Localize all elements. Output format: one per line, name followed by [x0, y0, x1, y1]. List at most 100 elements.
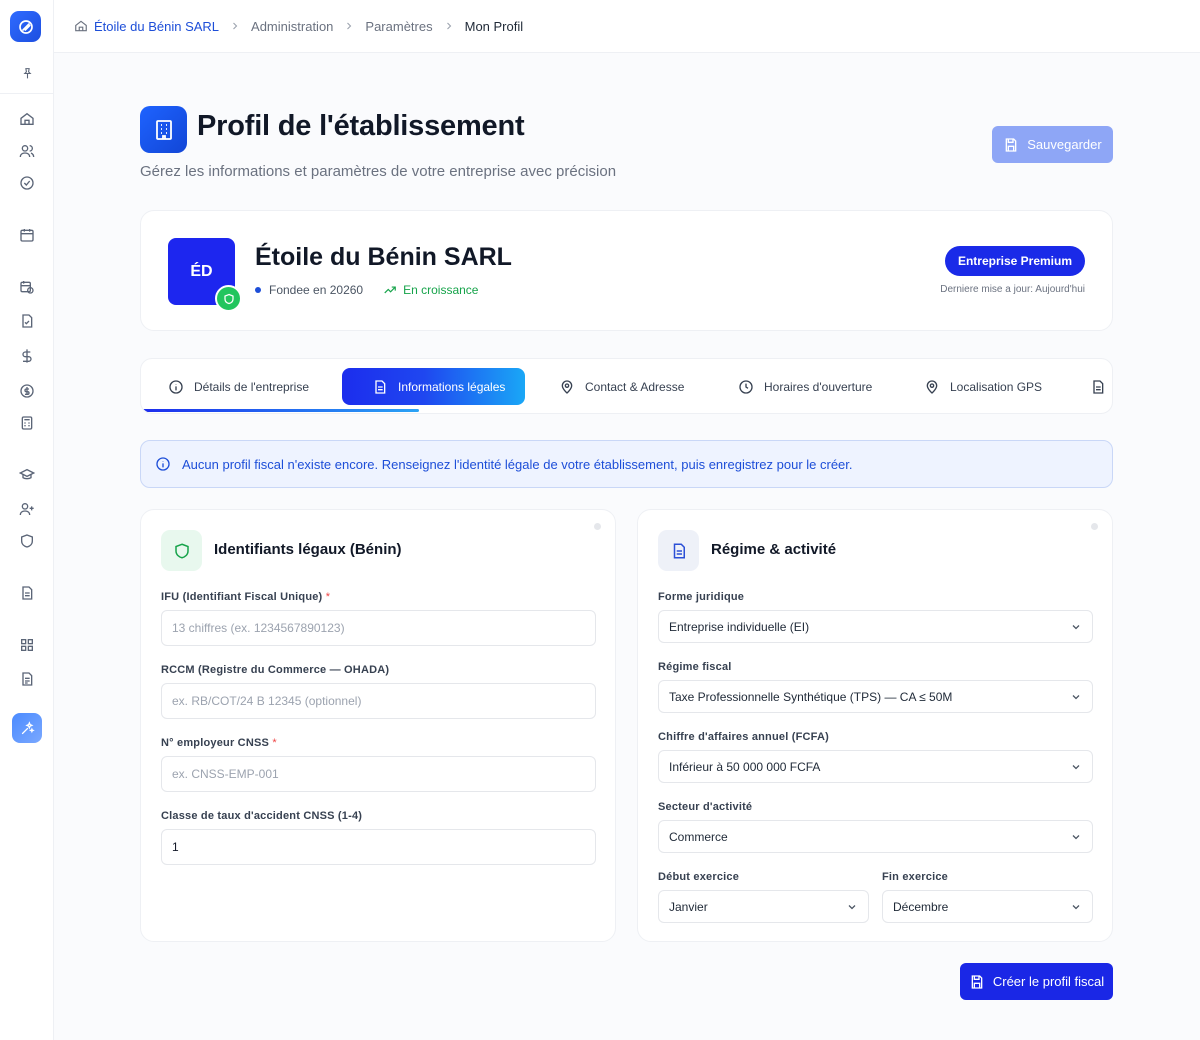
chevron-down-icon [1072, 694, 1080, 699]
growth-status: En croissance [383, 283, 478, 297]
cnss-input[interactable] [161, 756, 596, 792]
ifu-label: IFU (Identifiant Fiscal Unique) * [161, 591, 330, 603]
breadcrumb-item-administration[interactable]: Administration [251, 19, 333, 34]
building-icon [140, 106, 187, 153]
document-icon[interactable] [17, 583, 37, 603]
app-logo[interactable] [10, 11, 41, 42]
top-bar: Étoile du Bénin SARL Administration Para… [54, 0, 1200, 53]
last-updated: Derniere mise a jour: Aujourd'hui [940, 284, 1085, 295]
card-decoration-dot [594, 523, 601, 530]
ai-assistant-icon[interactable] [12, 713, 42, 743]
clock-icon [739, 379, 753, 394]
sector-select[interactable]: Commerce [658, 820, 1093, 853]
select-value: Janvier [669, 899, 708, 914]
chevron-down-icon [1072, 904, 1080, 909]
graduation-cap-icon[interactable] [17, 465, 37, 485]
create-button-label: Créer le profil fiscal [992, 974, 1105, 989]
tab-label: Informations légales [398, 379, 506, 394]
legal-form-label: Forme juridique [658, 591, 745, 603]
fiscal-start-label: Début exercice [658, 871, 740, 883]
chevron-right-icon [443, 20, 455, 32]
tab-legal-info[interactable]: Informations légales [342, 368, 526, 405]
grid-icon[interactable] [17, 635, 37, 655]
sector-label: Secteur d'activité [658, 801, 753, 813]
chevron-down-icon [1072, 764, 1080, 769]
cnss-label: N° employeur CNSS * [161, 737, 277, 749]
verified-shield-icon [215, 285, 242, 312]
turnover-select[interactable]: Inférieur à 50 000 000 FCFA [658, 750, 1093, 783]
tab-opening-hours[interactable]: Horaires d'ouverture [738, 368, 872, 405]
fiscal-end-select[interactable]: Décembre [882, 890, 1093, 923]
trending-up-icon [384, 286, 396, 294]
info-icon [156, 457, 170, 471]
sidebar-divider [0, 93, 54, 94]
legal-form-select[interactable]: Entreprise individuelle (EI) [658, 610, 1093, 643]
sidebar [0, 0, 54, 1040]
document-icon [1093, 379, 1104, 394]
fiscal-end-label: Fin exercice [882, 871, 948, 883]
page-subtitle: Gérez les informations et paramètres de … [140, 163, 617, 180]
chevron-down-icon [1072, 834, 1080, 839]
home-icon[interactable] [74, 19, 88, 33]
alert-text: Aucun profil fiscal n'existe encore. Ren… [182, 456, 853, 472]
founded-text: Fondee en 20260 [269, 283, 364, 297]
page-title: Profil de l'établissement [197, 110, 525, 142]
select-value: Commerce [669, 829, 728, 844]
document-icon [375, 379, 386, 394]
check-circle-icon[interactable] [17, 173, 37, 193]
save-button-label: Sauvegarder [1027, 137, 1102, 152]
breadcrumb-item-company[interactable]: Étoile du Bénin SARL [94, 19, 219, 34]
user-plus-icon[interactable] [17, 499, 37, 519]
tab-label: Localisation GPS [950, 379, 1043, 394]
home-icon[interactable] [17, 109, 37, 129]
tab-bar: Détails de l'entreprise Informations lég… [140, 358, 1113, 414]
tab-label: Contact & Adresse [585, 379, 685, 394]
map-pin-icon [926, 379, 938, 394]
users-icon[interactable] [17, 141, 37, 161]
chevron-down-icon [1072, 624, 1080, 629]
calculator-icon[interactable] [17, 413, 37, 433]
rccm-input[interactable] [161, 683, 596, 719]
pin-icon[interactable] [17, 63, 37, 83]
report-icon[interactable] [17, 669, 37, 689]
card-title: Régime & activité [711, 541, 837, 558]
growth-label: En croissance [403, 283, 479, 297]
dollar-icon[interactable] [17, 346, 37, 366]
tab-label: Détails de l'entreprise [194, 379, 310, 394]
tab-more[interactable] [1090, 368, 1106, 405]
calendar-clock-icon[interactable] [17, 277, 37, 297]
shield-icon[interactable] [17, 531, 37, 551]
ifu-label-text: IFU (Identifiant Fiscal Unique) [161, 591, 323, 603]
status-dot [255, 287, 261, 293]
file-check-icon[interactable] [17, 311, 37, 331]
regime-activity-card: Régime & activité Forme juridique Entrep… [637, 509, 1113, 942]
coin-icon[interactable] [17, 381, 37, 401]
create-fiscal-profile-button[interactable]: Créer le profil fiscal [960, 963, 1113, 1000]
company-card: ÉD Étoile du Bénin SARL Fondee en 20260 … [140, 210, 1113, 331]
tax-regime-label: Régime fiscal [658, 661, 732, 673]
tab-contact-address[interactable]: Contact & Adresse [559, 368, 684, 405]
select-value: Décembre [893, 899, 949, 914]
document-icon [658, 530, 699, 571]
tax-regime-select[interactable]: Taxe Professionnelle Synthétique (TPS) —… [658, 680, 1093, 713]
rccm-label: RCCM (Registre du Commerce — OHADA) [161, 664, 390, 676]
card-decoration-dot [1091, 523, 1098, 530]
info-icon [169, 379, 183, 394]
chevron-down-icon [848, 904, 856, 909]
breadcrumb-item-settings[interactable]: Paramètres [365, 19, 432, 34]
tab-label: Horaires d'ouverture [764, 379, 873, 394]
calendar-icon[interactable] [17, 225, 37, 245]
company-meta: Fondee en 20260 En croissance [255, 283, 478, 297]
select-value: Taxe Professionnelle Synthétique (TPS) —… [669, 689, 953, 704]
tab-company-details[interactable]: Détails de l'entreprise [168, 368, 309, 405]
tab-gps-location[interactable]: Localisation GPS [924, 368, 1042, 405]
required-mark: * [325, 591, 331, 603]
company-name: Étoile du Bénin SARL [255, 243, 512, 271]
accident-rate-input[interactable] [161, 829, 596, 865]
ifu-input[interactable] [161, 610, 596, 646]
accident-rate-label: Classe de taux d'accident CNSS (1-4) [161, 810, 363, 822]
save-button[interactable]: Sauvegarder [992, 126, 1113, 163]
fiscal-start-select[interactable]: Janvier [658, 890, 869, 923]
save-icon [971, 974, 983, 989]
required-mark: * [272, 737, 277, 749]
